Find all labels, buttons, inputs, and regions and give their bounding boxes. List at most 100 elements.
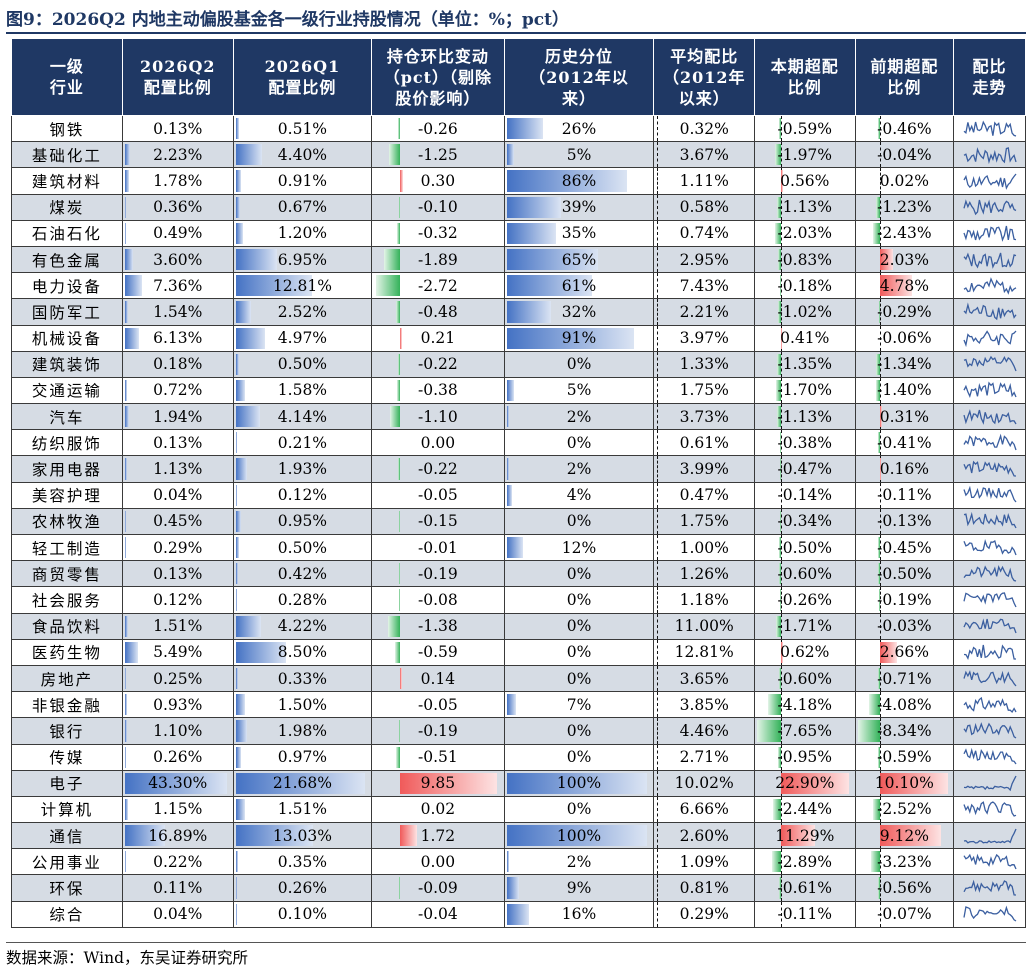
- cell-value: -0.32: [418, 224, 458, 243]
- historical-percentile-cell: 32%: [503, 298, 655, 326]
- cell-value: 100%: [556, 774, 602, 793]
- cell-value: -0.95%: [777, 748, 833, 767]
- cell-value: -1.97%: [777, 145, 833, 164]
- data-bar: [235, 694, 245, 716]
- cell-value: -0.51: [418, 748, 458, 767]
- zero-axis: [657, 195, 659, 220]
- table-row: 商贸零售 0.13% 0.42% -0.19 0% 1.26% -0.60% -0.50%: [11, 560, 1026, 588]
- data-bar: [235, 746, 242, 768]
- data-bar: [399, 877, 401, 899]
- data-bar: [124, 406, 130, 428]
- current-overweight-cell: 0.62%: [754, 638, 856, 666]
- holding-change-cell: 0.00: [371, 848, 505, 876]
- cell-value: 0%: [566, 590, 592, 609]
- historical-percentile-cell: 86%: [503, 167, 655, 195]
- data-bar: [235, 903, 237, 925]
- zero-axis: [657, 535, 659, 560]
- weight-trend-cell: [953, 874, 1026, 902]
- cell-value: 0.51%: [277, 119, 328, 138]
- table-row: 综合 0.04% 0.10% -0.04 16% 0.29% -0.11% -0.07%: [11, 900, 1026, 928]
- cell-value: 4.46%: [679, 721, 729, 740]
- historical-percentile-cell: 91%: [503, 324, 655, 352]
- cell-value: -0.01: [418, 538, 458, 557]
- cell-value: 2%: [566, 852, 592, 871]
- zero-axis: [657, 902, 659, 927]
- current-overweight-cell: -0.61%: [754, 874, 856, 902]
- cell-value: 1.20%: [277, 224, 328, 243]
- zero-axis: [657, 142, 659, 167]
- zero-axis: [657, 404, 659, 429]
- data-bar: [506, 537, 524, 559]
- average-weight-cell: 2.60%: [653, 822, 755, 850]
- weight-trend-sparkline: [962, 879, 1016, 896]
- data-bar: [124, 851, 126, 873]
- table-row: 计算机 1.15% 1.51% 0.02 0% 6.66% -2.44% -2.52%: [11, 795, 1026, 824]
- q2-weight-cell: 16.89%: [121, 822, 234, 850]
- table-row: 公用事业 0.22% 0.35% 0.00 2% 1.09% -2.89% -3.23%: [11, 848, 1026, 876]
- cell-value: 0.02%: [879, 171, 929, 190]
- zero-axis: [657, 875, 659, 901]
- cell-value: 1.94%: [153, 407, 203, 426]
- zero-axis: [657, 587, 659, 613]
- holding-change-cell: 9.85: [371, 769, 505, 797]
- cell-value: 8.50%: [277, 643, 328, 662]
- cell-value: 86%: [561, 171, 597, 190]
- cell-value: 16.89%: [148, 826, 208, 845]
- weight-trend-sparkline: [963, 644, 1016, 661]
- cell-value: 6.95%: [277, 250, 328, 269]
- cell-value: 7.36%: [153, 276, 203, 295]
- header-previous-overweight: 前期超配 比例: [854, 38, 955, 116]
- table-row: 家用电器 1.13% 1.93% -0.22 2% 3.99% -0.47% 0.16%: [11, 455, 1026, 483]
- previous-overweight-cell: -1.34%: [854, 350, 955, 378]
- holding-change-cell: -0.38: [371, 376, 505, 405]
- q1-weight-cell: 0.28%: [232, 586, 373, 614]
- q1-weight-cell: 1.50%: [232, 691, 373, 719]
- cell-value: -0.04: [418, 905, 458, 924]
- q1-weight-cell: 4.40%: [232, 141, 373, 169]
- cell-value: 0.22%: [153, 852, 203, 871]
- cell-value: 0.28%: [277, 590, 328, 609]
- current-overweight-cell: -0.59%: [754, 114, 856, 143]
- data-bar: [400, 825, 418, 847]
- cell-value: 3.97%: [679, 329, 729, 348]
- average-weight-cell: 0.29%: [653, 900, 755, 928]
- cell-value: -0.06%: [877, 329, 932, 348]
- cell-value: 22.90%: [775, 774, 835, 793]
- weight-trend-cell: [953, 664, 1026, 693]
- industry-cell: 基础化工: [11, 141, 123, 169]
- average-weight-cell: 1.09%: [653, 848, 755, 876]
- current-overweight-cell: -0.14%: [754, 481, 856, 509]
- holding-change-cell: -0.26: [371, 114, 505, 143]
- data-bar: [124, 327, 140, 349]
- table-row: 通信 16.89% 13.03% 1.72 100% 2.60% 11.29% 9.12%: [11, 822, 1026, 850]
- cell-value: 3.65%: [679, 669, 729, 688]
- sparkline-path: [963, 276, 1016, 295]
- industry-cell: 商贸零售: [11, 560, 123, 588]
- table-row: 机械设备 6.13% 4.97% 0.21 91% 3.97% 0.41% -0.06%: [11, 324, 1026, 352]
- cell-value: 0.18%: [153, 355, 203, 374]
- cell-value: 2.66%: [879, 643, 929, 662]
- table-row: 美容护理 0.04% 0.12% -0.05 4% 0.47% -0.14% -0.11%: [11, 481, 1026, 509]
- holding-change-cell: 0.14: [371, 664, 505, 693]
- q1-weight-cell: 0.91%: [232, 167, 373, 195]
- cell-value: 0%: [566, 748, 592, 767]
- cell-value: 5.49%: [153, 643, 203, 662]
- q1-weight-cell: 1.58%: [232, 376, 373, 405]
- data-bar: [506, 458, 510, 480]
- data-bar: [235, 248, 277, 271]
- previous-overweight-cell: -4.08%: [854, 691, 955, 719]
- header-historical-percentile: 历史分位 （2012年以 来）: [503, 38, 655, 116]
- q1-weight-cell: 0.50%: [232, 350, 373, 378]
- zero-axis: [657, 797, 659, 822]
- holding-change-cell: -0.08: [371, 586, 505, 614]
- table-row: 国防军工 1.54% 2.52% -0.48 32% 2.21% -1.02% -0.29%: [11, 298, 1026, 326]
- sparkline-path: [962, 879, 1016, 896]
- cell-value: 1.51%: [277, 800, 328, 819]
- holding-change-cell: 0.30: [371, 167, 505, 195]
- cell-value: -0.29%: [877, 302, 932, 321]
- cell-value: 9.12%: [879, 826, 929, 845]
- q1-weight-cell: 4.97%: [232, 324, 373, 352]
- weight-trend-cell: [953, 848, 1026, 876]
- average-weight-cell: 1.26%: [653, 560, 755, 588]
- data-bar: [400, 327, 403, 349]
